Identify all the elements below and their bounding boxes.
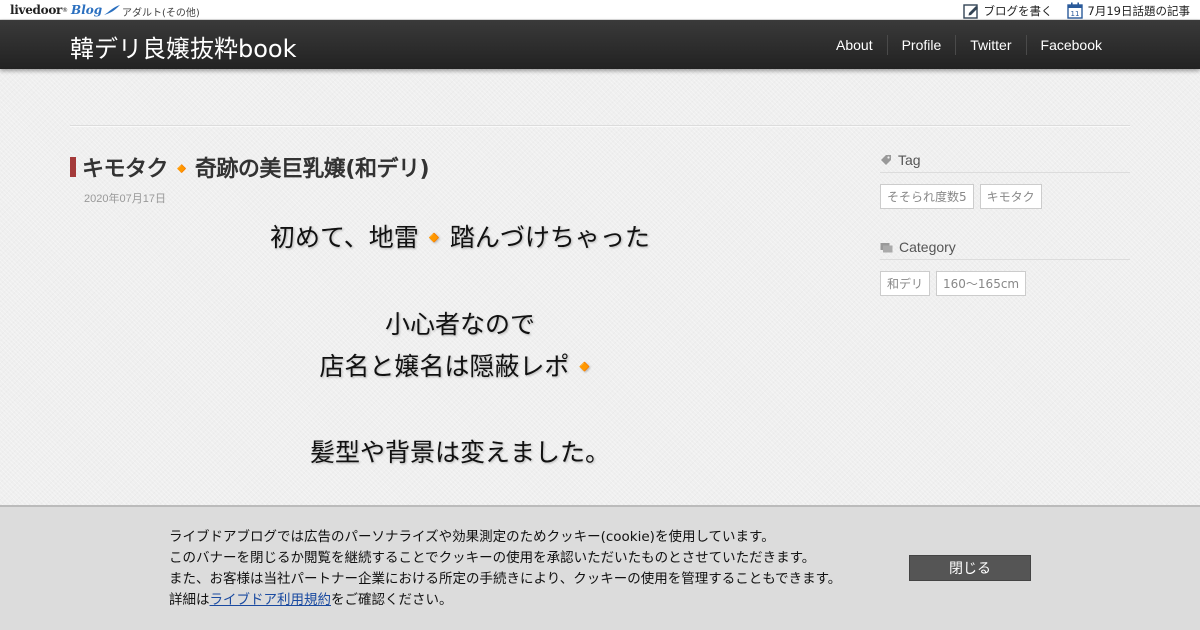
logo-registered-mark: ® [62,6,69,14]
title-accent-bar [70,157,76,177]
tag-item[interactable]: キモタク [979,184,1042,209]
blog-category-link[interactable]: アダルト(その他) [122,4,200,19]
category-heading-label: Category [899,239,956,255]
terms-link[interactable]: ライブドア利用規約 [210,592,332,608]
folder-icon [880,242,893,252]
category-heading: Category [880,235,1130,260]
cookie-line: ライブドアブログでは広告のパーソナライズや効果測定のためクッキー(cookie)… [169,529,775,545]
article-title[interactable]: キモタク🔸奇跡の美巨乳嬢(和デリ) [70,151,430,183]
cookie-detail-suffix: をご確認ください。 [331,592,453,608]
tag-item[interactable]: そそられ度数5 [880,184,974,209]
nav-twitter[interactable]: Twitter [955,34,1025,55]
article-line: 髪型や背景は変えました。 [309,438,610,467]
article-line: 店名と嬢名は隠蔽レポ🔸 [319,352,601,381]
category-list: 和デリ 160～165cm [880,271,1027,296]
cookie-detail-prefix: 詳細は [169,592,210,608]
tag-heading: Tag [880,148,1130,173]
category-item[interactable]: 和デリ [880,271,931,296]
calendar-icon: 11 [1066,2,1083,19]
tag-heading-label: Tag [898,152,921,168]
logo-livedoor-text: livedoor [10,3,63,17]
cookie-line: 詳細はライブドア利用規約をご確認ください。 [169,590,841,611]
calendar-day-number: 11 [1070,10,1079,18]
pencil-note-icon [962,3,978,19]
article-title-text: キモタク🔸奇跡の美巨乳嬢(和デリ) [82,157,430,182]
top-utility-bar: livedoor ® Blog アダルト(その他) ブログを書く 11 7月19日… [0,0,1200,20]
trending-articles-link[interactable]: 11 7月19日話題の記事 [1066,2,1190,19]
nav-profile[interactable]: Profile [886,34,956,55]
site-title[interactable]: 韓デリ良嬢抜粋book [70,29,297,64]
cookie-banner: ライブドアブログでは広告のパーソナライズや効果測定のためクッキー(cookie)… [0,505,1200,630]
trending-label: 7月19日話題の記事 [1087,3,1190,18]
livedoor-blog-logo[interactable]: livedoor ® Blog [10,2,121,18]
content-divider [70,125,1130,127]
cookie-close-button[interactable]: 閉じる [909,555,1031,581]
main-nav: About Profile Twitter Facebook [822,20,1116,69]
logo-feather-icon [104,5,121,15]
article-date: 2020年07月17日 [84,193,166,205]
write-blog-label: ブログを書く [983,3,1053,18]
tag-icon [881,155,891,165]
tag-list: そそられ度数5 キモタク [880,184,1042,209]
article-line: 小心者なので [384,310,535,339]
article-line: 初めて、地雷🔸踏んづけちゃった [270,223,650,252]
cookie-message: ライブドアブログでは広告のパーソナライズや効果測定のためクッキー(cookie)… [169,527,841,611]
nav-about[interactable]: About [822,35,887,55]
write-blog-link[interactable]: ブログを書く [962,2,1053,19]
category-item[interactable]: 160～165cm [936,271,1027,296]
site-header: 韓デリ良嬢抜粋book About Profile Twitter Facebo… [0,20,1200,69]
logo-blog-text: Blog [71,3,103,17]
cookie-line: このバナーを閉じるか閲覧を継続することでクッキーの使用を承認いただいたものとさせ… [169,550,816,566]
cookie-line: また、お客様は当社パートナー企業における所定の手続きにより、クッキーの使用を管理… [169,571,842,587]
nav-facebook[interactable]: Facebook [1025,34,1116,55]
